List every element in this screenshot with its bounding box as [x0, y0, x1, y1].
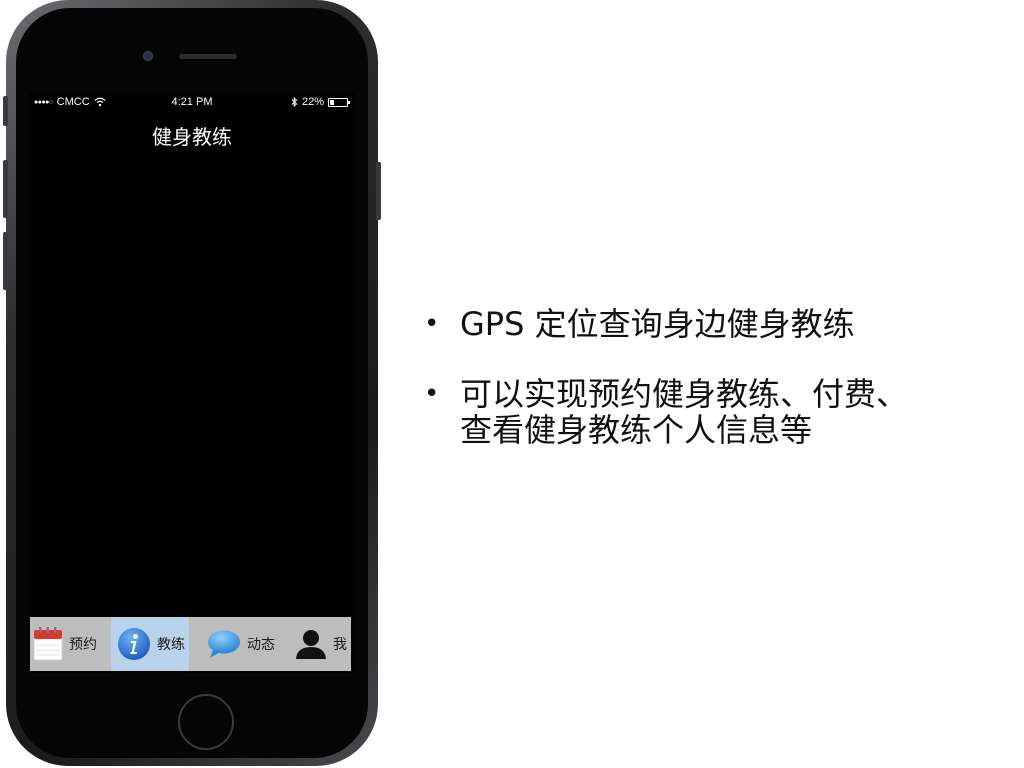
tab-bar: 预约 教练 动态 我: [30, 617, 351, 671]
volume-up-button: [3, 160, 8, 218]
status-bar: ●●●●○ CMCC 4:21 PM 22%: [30, 93, 354, 111]
tab-feed[interactable]: 动态: [189, 617, 275, 671]
bluetooth-icon: [291, 97, 298, 107]
nav-title: 健身教练: [152, 125, 232, 149]
status-right: 22%: [291, 96, 350, 108]
feature-item: • 可以实现预约健身教练、付费、查看健身教练个人信息等: [418, 376, 978, 448]
tab-coach[interactable]: 教练: [111, 617, 189, 671]
battery-tip: [348, 100, 350, 104]
earpiece-speaker: [179, 54, 237, 59]
feature-item: • GPS 定位查询身边健身教练: [418, 306, 978, 342]
volume-down-button: [3, 232, 8, 290]
bullet-dot: •: [424, 309, 440, 339]
tab-appointment[interactable]: 预约: [30, 617, 111, 671]
phone-screen: ●●●●○ CMCC 4:21 PM 22% 健身教练 预约 教练 动态 我: [30, 93, 354, 673]
mute-switch: [3, 96, 8, 126]
tab-label-me: 我: [333, 637, 347, 653]
power-button: [376, 162, 381, 220]
feature-text: 可以实现预约健身教练、付费、查看健身教练个人信息等: [460, 375, 909, 449]
content-area: [30, 153, 354, 617]
tab-label-feed: 动态: [247, 637, 275, 653]
calendar-icon: [33, 627, 63, 661]
slide: ●●●●○ CMCC 4:21 PM 22% 健身教练 预约 教练 动态 我 •…: [0, 0, 1024, 768]
battery-icon: [328, 97, 350, 107]
info-icon: [118, 628, 150, 660]
bullet-dot: •: [424, 379, 440, 409]
battery-percent: 22%: [301, 96, 324, 108]
front-camera-icon: [143, 51, 153, 61]
feature-list: • GPS 定位查询身边健身教练 • 可以实现预约健身教练、付费、查看健身教练个…: [418, 306, 978, 482]
tab-label-coach: 教练: [157, 637, 185, 653]
speech-bubble-icon: [208, 630, 240, 658]
feature-text: GPS 定位查询身边健身教练: [460, 305, 855, 343]
battery-level-fill: [330, 99, 334, 105]
person-icon: [296, 630, 326, 659]
home-button[interactable]: [178, 694, 234, 750]
tab-label-appointment: 预约: [69, 637, 97, 653]
tab-me[interactable]: 我: [275, 617, 351, 671]
